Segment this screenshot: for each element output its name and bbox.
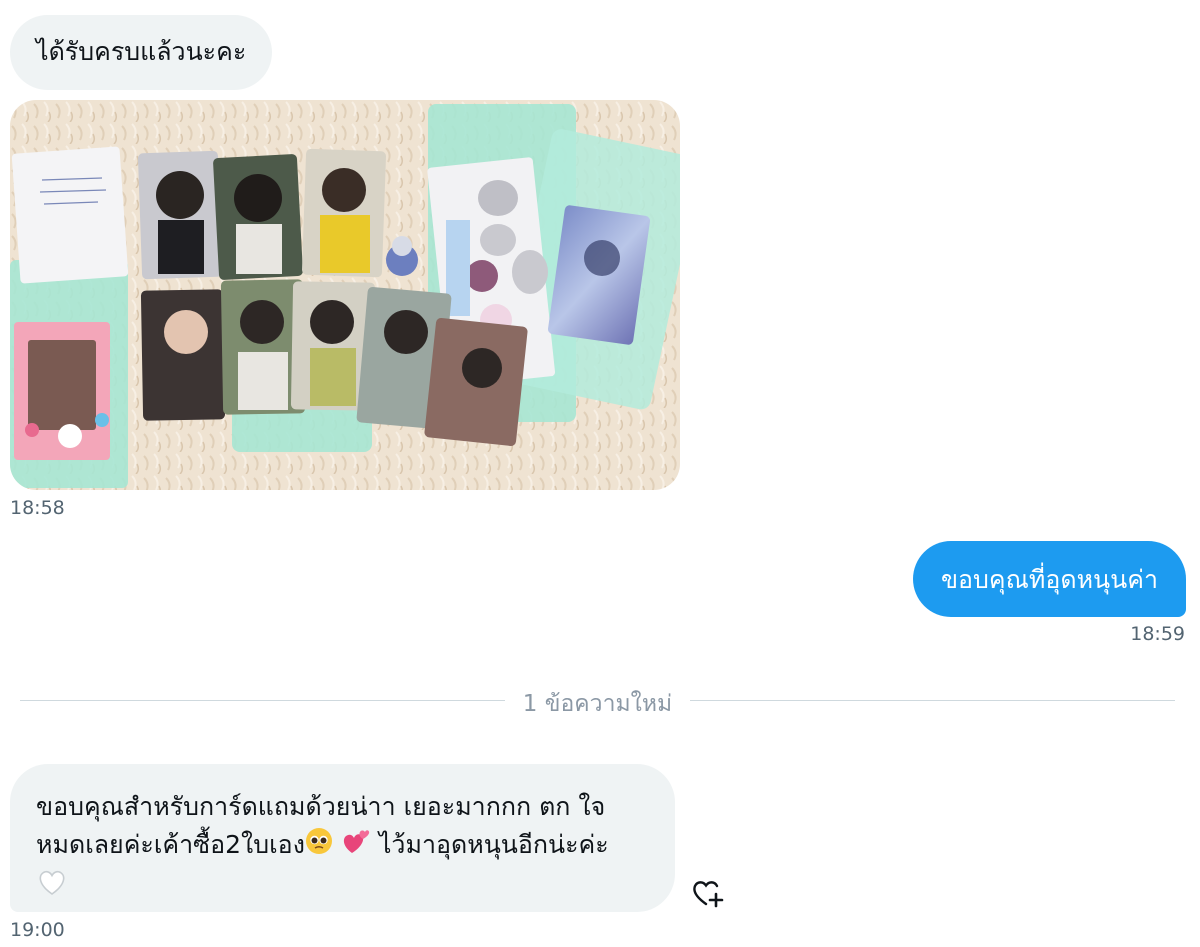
incoming-message-bubble[interactable]: ได้รับครบแล้วนะคะ <box>10 15 273 90</box>
photocards-photo <box>10 100 680 490</box>
incoming-message-bubble[interactable]: ขอบคุณสำหรับการ์ดแถมด้วยน่าา เยอะมากกก ต… <box>10 764 675 912</box>
heart-plus-icon <box>693 881 724 908</box>
conversation: ได้รับครบแล้วนะคะ 18:58 ขอบคุณที่อุดหนุน… <box>0 0 1200 947</box>
message-photo[interactable] <box>10 100 680 490</box>
message-text: ขอบคุณที่อุดหนุนค่า <box>940 565 1158 594</box>
message-text-line-2: หมดเลยค่ะเค้าซื้อ2ใบเอง ไว้มาอุดหนุนอีกน… <box>36 826 649 866</box>
white-heart-emoji <box>36 866 68 907</box>
divider-line-left <box>20 700 505 701</box>
message-timestamp: 18:59 <box>1130 623 1185 645</box>
message-timestamp: 18:58 <box>10 497 65 519</box>
message-text: ได้รับครบแล้วนะคะ <box>36 37 247 66</box>
message-timestamp: 19:00 <box>10 919 65 941</box>
revolving-hearts-emoji <box>341 827 371 866</box>
pleading-face-emoji <box>305 827 333 866</box>
new-messages-divider-label: 1 ข้อความใหม่ <box>522 691 673 717</box>
message-text-line-3 <box>36 866 649 907</box>
message-text-line-1: ขอบคุณสำหรับการ์ดแถมด้วยน่าา เยอะมากกก ต… <box>36 792 606 821</box>
message-text-segment: ไว้มาอุดหนุนอีกน่ะค่ะ <box>370 830 609 859</box>
message-text-segment: หมดเลยค่ะเค้าซื้อ2ใบเอง <box>36 830 305 859</box>
add-reaction-button[interactable] <box>690 876 726 912</box>
divider-line-right <box>690 700 1175 701</box>
outgoing-message-bubble[interactable]: ขอบคุณที่อุดหนุนค่า <box>912 541 1186 617</box>
